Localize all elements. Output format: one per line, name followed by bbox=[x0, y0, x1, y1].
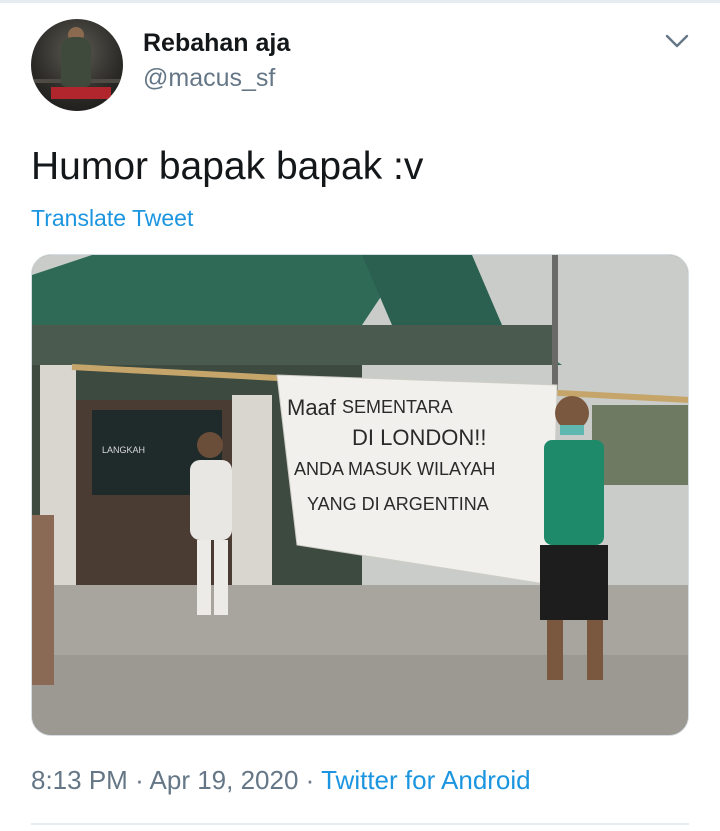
person-right-shirt bbox=[544, 440, 604, 545]
person-left-leg2 bbox=[214, 540, 228, 615]
banner-line1b: SEMENTARA bbox=[342, 397, 453, 417]
person-edge bbox=[32, 515, 54, 685]
author-handle[interactable]: @macus_sf bbox=[143, 64, 275, 93]
tweet-photo[interactable]: LANGKAH Maaf SEMENTARA DI LONDON!! ANDA … bbox=[31, 254, 689, 736]
veranda bbox=[32, 325, 552, 365]
avatar[interactable] bbox=[31, 19, 123, 111]
tweet-metadata: 8:13 PM · Apr 19, 2020 · Twitter for And… bbox=[31, 765, 531, 796]
chevron-down-icon[interactable] bbox=[664, 32, 690, 50]
trees bbox=[592, 405, 688, 485]
person-left-shirt bbox=[190, 460, 232, 540]
translate-tweet-link[interactable]: Translate Tweet bbox=[31, 205, 193, 232]
banner-line3: ANDA MASUK WILAYAH bbox=[294, 459, 495, 479]
person-right-leg1 bbox=[547, 620, 563, 680]
person-right-shorts bbox=[540, 545, 608, 620]
roof bbox=[32, 255, 382, 325]
person-left-leg1 bbox=[197, 540, 211, 615]
meta-separator-1: · bbox=[135, 765, 144, 795]
person-right-head bbox=[555, 396, 589, 430]
tweet-time[interactable]: 8:13 PM bbox=[31, 765, 128, 795]
author-display-name[interactable]: Rebahan aja bbox=[143, 29, 290, 58]
bottom-divider bbox=[31, 823, 689, 825]
banner-line2: DI LONDON!! bbox=[352, 425, 486, 450]
person-right-leg2 bbox=[587, 620, 603, 680]
power-pole bbox=[552, 255, 558, 395]
tweet-date[interactable]: Apr 19, 2020 bbox=[150, 765, 299, 795]
photo-scene: LANGKAH Maaf SEMENTARA DI LONDON!! ANDA … bbox=[32, 255, 688, 735]
banner-line4: YANG DI ARGENTINA bbox=[307, 494, 489, 514]
person-right-mask bbox=[560, 425, 584, 435]
avatar-strip bbox=[51, 87, 111, 99]
avatar-figure bbox=[61, 37, 91, 87]
gate-sign-text: LANGKAH bbox=[102, 445, 145, 455]
top-divider bbox=[0, 0, 720, 3]
tweet-text: Humor bapak bapak :v bbox=[31, 145, 424, 188]
person-left-head bbox=[197, 432, 223, 458]
pillar-mid bbox=[232, 395, 272, 595]
banner-line1a: Maaf bbox=[287, 395, 337, 420]
meta-separator-2: · bbox=[305, 765, 315, 795]
tweet-source-link[interactable]: Twitter for Android bbox=[321, 765, 531, 795]
